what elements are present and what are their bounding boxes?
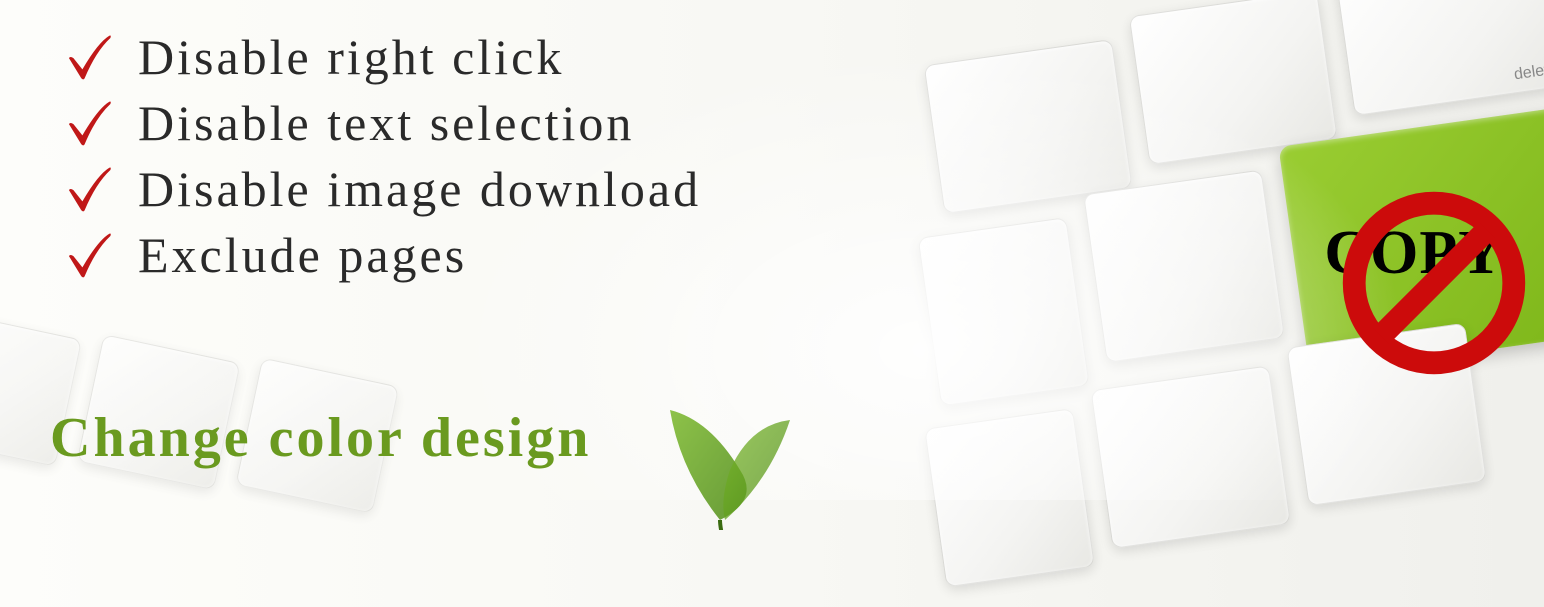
- checkmark-icon: [60, 29, 116, 85]
- feature-item: Disable right click: [60, 28, 701, 86]
- checkmark-icon: [60, 95, 116, 151]
- feature-item: Disable image download: [60, 160, 701, 218]
- checkmark-icon: [60, 161, 116, 217]
- feature-item: Exclude pages: [60, 226, 701, 284]
- key-label-delete: delete: [1513, 60, 1544, 84]
- checkmark-icon: [60, 227, 116, 283]
- feature-text: Disable right click: [138, 28, 564, 86]
- feature-text: Disable text selection: [138, 94, 634, 152]
- prohibit-icon: [1339, 188, 1529, 378]
- feature-text: Disable image download: [138, 160, 701, 218]
- promo-banner: delete む COPY Disable rig: [0, 0, 1544, 500]
- feature-item: Disable text selection: [60, 94, 701, 152]
- feature-text: Exclude pages: [138, 226, 467, 284]
- leaf-decor-icon: [620, 370, 820, 530]
- tagline: Change color design: [50, 406, 591, 470]
- feature-list: Disable right click Disable text selecti…: [60, 28, 701, 292]
